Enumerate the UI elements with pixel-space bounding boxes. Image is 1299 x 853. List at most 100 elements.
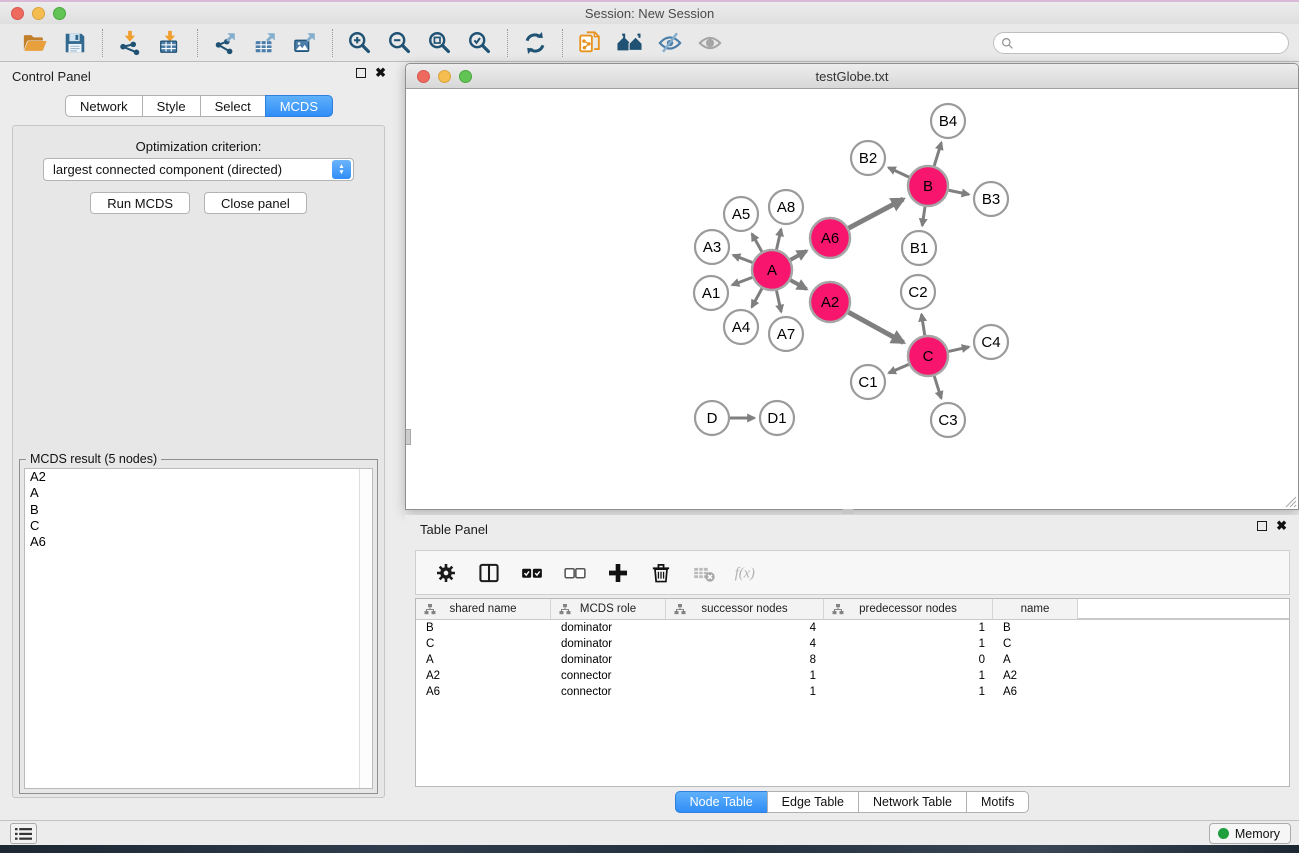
splitter-handle[interactable]	[406, 429, 411, 445]
select-all-icon[interactable]	[519, 560, 545, 586]
tab-mcds[interactable]: MCDS	[265, 95, 333, 117]
add-column-icon[interactable]	[605, 560, 631, 586]
graph-edge-A-A7[interactable]	[776, 291, 781, 312]
graph-edge-C-C4[interactable]	[948, 347, 968, 352]
table-cell[interactable]: 0	[824, 654, 993, 666]
trash-icon[interactable]	[648, 560, 674, 586]
refresh-icon[interactable]	[518, 28, 552, 58]
tab-style[interactable]: Style	[142, 95, 201, 117]
graph-edge-C-C2[interactable]	[921, 314, 924, 335]
table-cell[interactable]: 1	[666, 670, 824, 682]
graph-node-D1[interactable]: D1	[760, 401, 794, 435]
mcds-result-item[interactable]: A	[25, 485, 372, 501]
tab-edge-table[interactable]: Edge Table	[767, 791, 859, 813]
graph-edge-B-B1[interactable]	[922, 207, 925, 226]
table-cell[interactable]: 4	[666, 622, 824, 634]
new-network-from-selection-icon[interactable]	[573, 28, 607, 58]
graph-node-A1[interactable]: A1	[694, 276, 728, 310]
graph-node-C[interactable]: C	[908, 336, 948, 376]
graph-node-B[interactable]: B	[908, 166, 948, 206]
table-cell[interactable]: A	[993, 654, 1078, 666]
column-header-predecessor-nodes[interactable]: predecessor nodes	[824, 599, 993, 619]
graph-node-B3[interactable]: B3	[974, 182, 1008, 216]
graph-edge-A-A6[interactable]	[790, 251, 806, 260]
table-cell[interactable]: dominator	[551, 654, 666, 666]
table-row[interactable]: Adominator80A	[416, 652, 1289, 668]
table-row[interactable]: A6connector11A6	[416, 684, 1289, 700]
export-network-icon[interactable]	[208, 28, 242, 58]
deselect-all-icon[interactable]	[562, 560, 588, 586]
graph-edge-B-B3[interactable]	[949, 190, 969, 194]
graph-node-A2[interactable]: A2	[810, 282, 850, 322]
close-panel-icon[interactable]: ✖	[375, 68, 386, 78]
table-cell[interactable]: A2	[416, 670, 551, 682]
graph-node-A[interactable]: A	[752, 250, 792, 290]
graph-edge-A-A8[interactable]	[777, 229, 782, 249]
mcds-result-item[interactable]: A6	[25, 534, 372, 550]
graph-edge-C-C3[interactable]	[934, 376, 941, 398]
graph-node-D[interactable]: D	[695, 401, 729, 435]
graph-node-A5[interactable]: A5	[724, 197, 758, 231]
table-cell[interactable]: 8	[666, 654, 824, 666]
search-input[interactable]	[1014, 36, 1288, 50]
tab-node-table[interactable]: Node Table	[675, 791, 768, 813]
tab-select[interactable]: Select	[200, 95, 266, 117]
criterion-dropdown[interactable]: largest connected component (directed) ▲…	[43, 158, 354, 181]
table-cell[interactable]: A6	[416, 686, 551, 698]
zoom-fit-icon[interactable]	[423, 28, 457, 58]
network-window-titlebar[interactable]: testGlobe.txt	[406, 64, 1298, 89]
graph-node-B1[interactable]: B1	[902, 231, 936, 265]
graph-node-C4[interactable]: C4	[974, 325, 1008, 359]
graph-edge-A-A2[interactable]	[790, 280, 806, 289]
table-row[interactable]: Cdominator41C	[416, 636, 1289, 652]
table-cell[interactable]: 4	[666, 638, 824, 650]
mcds-result-item[interactable]: C	[25, 518, 372, 534]
graph-node-C3[interactable]: C3	[931, 403, 965, 437]
table-cell[interactable]: A6	[993, 686, 1078, 698]
table-cell[interactable]: C	[416, 638, 551, 650]
table-cell[interactable]: 1	[824, 638, 993, 650]
table-cell[interactable]: 1	[824, 670, 993, 682]
table-cell[interactable]: A2	[993, 670, 1078, 682]
export-table-icon[interactable]	[248, 28, 282, 58]
graph-edge-B-B2[interactable]	[888, 168, 908, 178]
export-image-icon[interactable]	[288, 28, 322, 58]
zoom-window-button[interactable]	[53, 7, 66, 20]
table-row[interactable]: A2connector11A2	[416, 668, 1289, 684]
graph-node-A3[interactable]: A3	[695, 230, 729, 264]
graph-edge-A-A3[interactable]	[733, 255, 752, 262]
zoom-selected-icon[interactable]	[463, 28, 497, 58]
gear-icon[interactable]	[433, 560, 459, 586]
mcds-result-item[interactable]: A2	[25, 469, 372, 485]
minimize-window-button[interactable]	[32, 7, 45, 20]
table-cell[interactable]: C	[993, 638, 1078, 650]
close-panel-button[interactable]: Close panel	[204, 192, 307, 214]
tab-motifs[interactable]: Motifs	[966, 791, 1029, 813]
search-field[interactable]	[993, 32, 1289, 54]
graph-edge-A-A4[interactable]	[752, 288, 762, 307]
graph-edge-A6-B[interactable]	[849, 199, 904, 228]
column-header-shared-name[interactable]: shared name	[416, 599, 551, 619]
float-panel-icon[interactable]	[1257, 521, 1267, 531]
graph-node-A6[interactable]: A6	[810, 218, 850, 258]
graph-edge-A-A5[interactable]	[752, 234, 762, 252]
tab-network[interactable]: Network	[65, 95, 143, 117]
import-table-icon[interactable]	[153, 28, 187, 58]
table-cell[interactable]: A	[416, 654, 551, 666]
graph-node-B4[interactable]: B4	[931, 104, 965, 138]
table-cell[interactable]: connector	[551, 670, 666, 682]
show-all-icon[interactable]	[693, 28, 727, 58]
graph-node-C2[interactable]: C2	[901, 275, 935, 309]
mcds-result-item[interactable]: B	[25, 502, 372, 518]
table-cell[interactable]: connector	[551, 686, 666, 698]
tab-network-table[interactable]: Network Table	[858, 791, 967, 813]
graph-node-C1[interactable]: C1	[851, 365, 885, 399]
scrollbar-track[interactable]	[359, 469, 372, 788]
zoom-out-icon[interactable]	[383, 28, 417, 58]
table-row[interactable]: Bdominator41B	[416, 620, 1289, 636]
mcds-result-list[interactable]: A2ABCA6	[24, 468, 373, 789]
graph-edge-A-A1[interactable]	[732, 277, 752, 285]
horizontal-splitter-handle[interactable]	[842, 509, 854, 514]
split-view-icon[interactable]	[476, 560, 502, 586]
zoom-window-button[interactable]	[459, 70, 472, 83]
